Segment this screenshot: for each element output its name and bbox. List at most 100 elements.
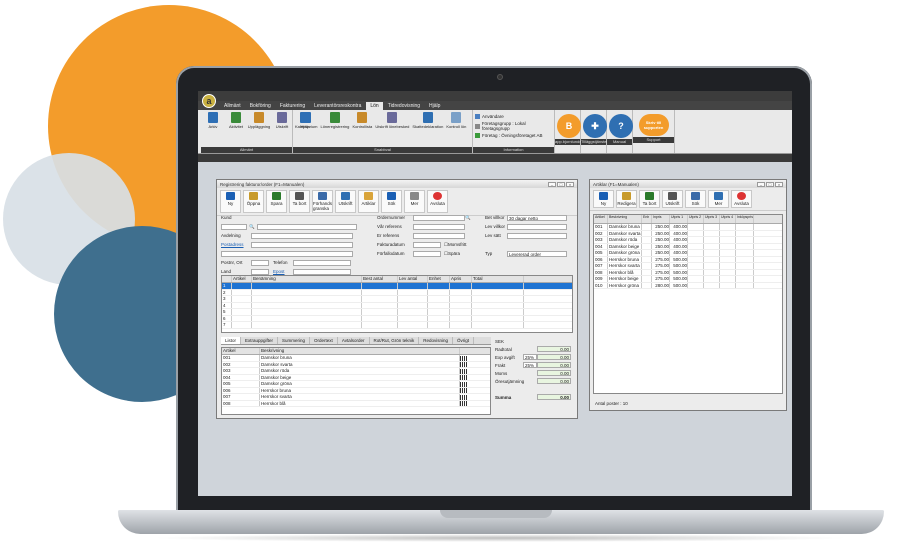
maximize-button[interactable]: □ xyxy=(766,181,774,187)
frakt-value[interactable]: 0.00 xyxy=(537,362,571,368)
info-company[interactable]: Företag : Övningsföretaget AB xyxy=(475,133,552,138)
grid-cell[interactable] xyxy=(398,302,428,308)
barcode-icon[interactable] xyxy=(460,362,468,367)
ribbon-kalendarium-button[interactable]: Kalendarium xyxy=(295,112,317,147)
list-item[interactable]: 008 Herrskor blå xyxy=(222,400,490,407)
ribbon-utskrift-button[interactable]: Utskrift xyxy=(272,112,292,147)
grid-column-header[interactable]: Total xyxy=(472,276,524,282)
grid-column-header[interactable]: Best antal xyxy=(362,276,398,282)
grid-cell[interactable] xyxy=(362,315,398,321)
minimize-button[interactable]: – xyxy=(548,181,556,187)
grid-cell[interactable] xyxy=(398,309,428,315)
info-users[interactable]: Användare xyxy=(475,114,552,119)
ribbon-kontroll-lön-button[interactable]: Kontroll lön xyxy=(446,112,466,147)
grid-cell[interactable] xyxy=(472,296,524,302)
grid-column-header[interactable]: Benämning xyxy=(252,276,362,282)
frakt-vat[interactable]: 25% xyxy=(523,362,537,368)
grid-cell[interactable] xyxy=(428,302,450,308)
lev-satt-select[interactable] xyxy=(507,232,567,239)
grid-cell[interactable] xyxy=(398,322,428,328)
menu-allmänt[interactable]: Allmänt xyxy=(220,102,245,110)
grid-cell[interactable] xyxy=(428,322,450,328)
grid-column-header[interactable]: Enh xyxy=(642,215,652,223)
ribbon-aktivitet-button[interactable]: Aktivitet xyxy=(226,112,246,147)
ordernummer-input[interactable] xyxy=(413,214,465,221)
epost-input[interactable] xyxy=(293,268,351,275)
grid-cell[interactable] xyxy=(450,289,472,295)
postnr-input[interactable] xyxy=(251,259,269,266)
kund-input[interactable] xyxy=(221,223,247,230)
grid-cell[interactable] xyxy=(428,289,450,295)
grid-column-header[interactable]: Lev antal xyxy=(398,276,428,282)
grid-column-header[interactable]: Beskrivning xyxy=(260,348,460,354)
grid-cell[interactable] xyxy=(472,289,524,295)
grid-cell[interactable] xyxy=(232,289,252,295)
grid-cell[interactable] xyxy=(472,315,524,321)
grid-cell[interactable] xyxy=(450,322,472,328)
kund-name-input[interactable] xyxy=(256,223,357,230)
close-button[interactable]: × xyxy=(566,181,574,187)
land-input[interactable] xyxy=(251,268,269,275)
grid-column-header[interactable]: Inpris xyxy=(652,215,670,223)
grid-cell[interactable] xyxy=(472,309,524,315)
article-row[interactable]: 010 Herrskor gröna 280.00 500.00 xyxy=(594,282,782,289)
grid-cell[interactable] xyxy=(252,315,362,321)
var-ref-input[interactable] xyxy=(413,223,465,230)
tab-avtalsorder[interactable]: Avtalsorder xyxy=(338,337,370,344)
ribbon-skattedeklaration-button[interactable]: Skattedeklaration xyxy=(412,112,443,147)
ta-bort-button[interactable]: Ta bort xyxy=(639,190,660,208)
postadress2-input[interactable] xyxy=(221,250,353,257)
grid-cell[interactable] xyxy=(232,302,252,308)
grid-cell[interactable] xyxy=(428,315,450,321)
spara-button[interactable]: Spara xyxy=(266,190,287,213)
grid-column-header[interactable]: Inköpspris xyxy=(736,215,754,223)
barcode-icon[interactable] xyxy=(460,375,468,380)
ribbon-kontrollista-button[interactable]: Kontrollista xyxy=(352,112,372,147)
ribbon-utskrift-lönebesked-button[interactable]: Utskrift lönebesked xyxy=(375,112,409,147)
tab-summering[interactable]: Summering xyxy=(278,337,311,344)
app-logo[interactable]: a xyxy=(202,94,216,108)
redigera-button[interactable]: Redigera xyxy=(616,190,637,208)
barcode-icon[interactable] xyxy=(460,394,468,400)
app-bjornlunden-se-icon[interactable]: B xyxy=(557,114,581,138)
utskrift-button[interactable]: Utskrift xyxy=(662,190,683,208)
barcode-icon[interactable] xyxy=(460,388,468,393)
grid-column-header[interactable]: Utpris 3 xyxy=(704,215,720,223)
bet-villkor-select[interactable]: 30 dagar netto xyxy=(507,214,567,221)
grid-column-header[interactable]: Utpris 2 xyxy=(688,215,704,223)
mer-button[interactable]: Mer xyxy=(404,190,425,213)
grid-cell[interactable] xyxy=(398,289,428,295)
grid-column-header[interactable]: Apris xyxy=(450,276,472,282)
forfallodatum-input[interactable] xyxy=(413,250,441,257)
ny-button[interactable]: Ny xyxy=(593,190,614,208)
grid-column-header[interactable]: Enhet xyxy=(428,276,450,282)
tab-ordertext[interactable]: Ordertext xyxy=(310,337,338,344)
typ-select[interactable]: Levererad order xyxy=(507,250,567,257)
sök-button[interactable]: Sök xyxy=(685,190,706,208)
grid-cell[interactable] xyxy=(472,302,524,308)
menu-lön[interactable]: Lön xyxy=(366,102,383,110)
grid-cell[interactable] xyxy=(252,289,362,295)
grid-cell[interactable] xyxy=(362,309,398,315)
barcode-icon[interactable] xyxy=(460,355,468,361)
utskrift-button[interactable]: Utskrift xyxy=(335,190,356,213)
grid-cell[interactable] xyxy=(362,283,398,289)
order-row[interactable]: 7 xyxy=(222,322,572,329)
grid-cell[interactable] xyxy=(232,296,252,302)
invoice-window-titlebar[interactable]: Registrering fakturor/order (F1=Manualen… xyxy=(217,180,577,188)
postadress-input[interactable] xyxy=(251,241,353,248)
article-window-titlebar[interactable]: Artiklar (F1=Manualen) – □ × xyxy=(590,180,786,188)
ribbon-uppläggning-button[interactable]: Uppläggning xyxy=(248,112,270,147)
grid-cell[interactable] xyxy=(362,296,398,302)
barcode-icon[interactable] xyxy=(460,381,468,387)
fakturadatum-input[interactable] xyxy=(413,241,441,248)
grid-cell[interactable] xyxy=(428,283,450,289)
grid-cell[interactable] xyxy=(252,296,362,302)
tilläggstjänster-icon[interactable]: ✚ xyxy=(583,114,607,138)
search-icon[interactable]: 🔍 xyxy=(465,215,471,221)
tab-redovisning[interactable]: Redovisning xyxy=(419,337,454,344)
tab-extrauppgifter[interactable]: Extrauppgifter xyxy=(241,337,279,344)
grid-cell[interactable] xyxy=(450,283,472,289)
menu-hjälp[interactable]: Hjälp xyxy=(425,102,444,110)
grid-cell[interactable] xyxy=(398,296,428,302)
